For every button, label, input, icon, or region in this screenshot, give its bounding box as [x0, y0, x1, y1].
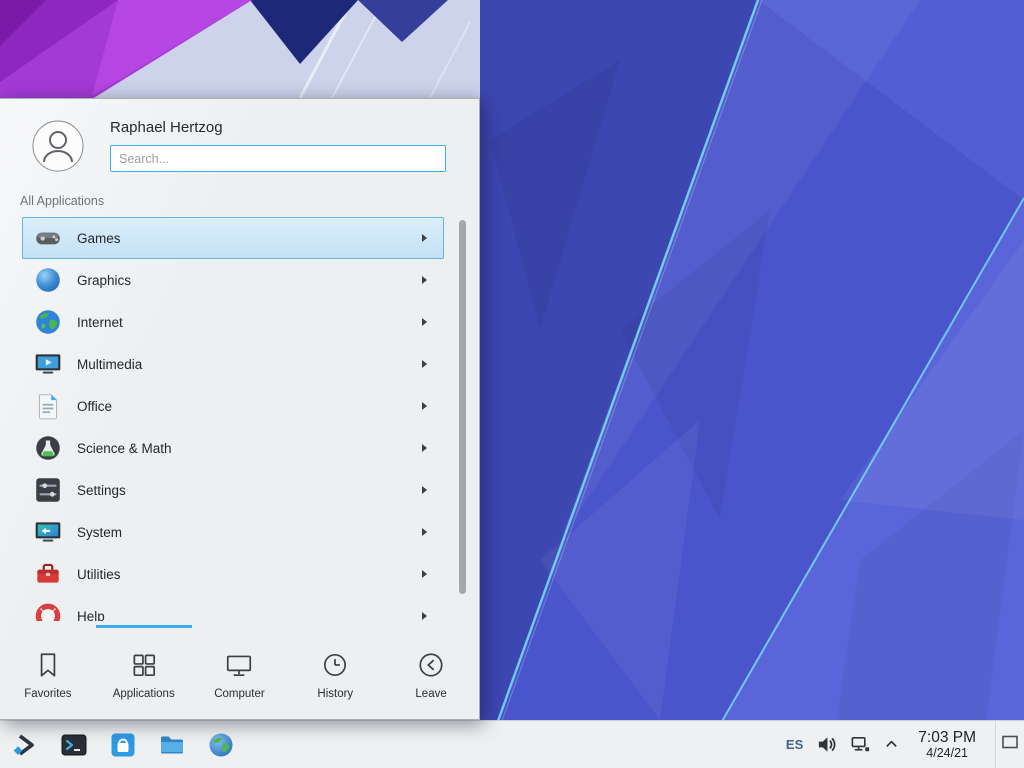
folder-icon — [158, 731, 186, 759]
application-launcher-menu: Raphael Hertzog All Applications Games G… — [0, 98, 480, 720]
section-label: All Applications — [0, 182, 479, 217]
category-utilities[interactable]: Utilities — [22, 553, 444, 595]
category-label: Settings — [77, 483, 126, 498]
paint-sphere-icon — [33, 265, 63, 295]
category-internet[interactable]: Internet — [22, 301, 444, 343]
tab-label: History — [317, 688, 353, 700]
user-avatar — [32, 120, 84, 172]
submenu-arrow-icon — [422, 444, 427, 452]
submenu-arrow-icon — [422, 360, 427, 368]
tab-computer[interactable]: Computer — [192, 625, 288, 719]
volume-icon[interactable] — [816, 734, 837, 755]
taskbar: ES 7:03 PM 4/24/21 — [0, 720, 1024, 768]
launcher-tabbar: Favorites Applications Computer — [0, 625, 479, 719]
tab-label: Computer — [214, 688, 265, 700]
submenu-arrow-icon — [422, 612, 427, 620]
tab-leave[interactable]: Leave — [383, 625, 479, 719]
globe-icon — [33, 307, 63, 337]
category-label: Utilities — [77, 567, 121, 582]
submenu-arrow-icon — [422, 528, 427, 536]
category-list: Games Graphics Internet — [0, 217, 479, 621]
category-multimedia[interactable]: Multimedia — [22, 343, 444, 385]
tab-label: Favorites — [24, 688, 71, 700]
media-screen-icon — [33, 349, 63, 379]
browser-globe-icon — [207, 731, 235, 759]
toolbox-icon — [33, 559, 63, 589]
category-label: Graphics — [77, 273, 131, 288]
category-help[interactable]: Help — [22, 595, 444, 621]
expand-tray-icon[interactable] — [884, 737, 899, 752]
flask-icon — [33, 433, 63, 463]
submenu-arrow-icon — [422, 402, 427, 410]
launcher-header: Raphael Hertzog — [0, 99, 479, 182]
category-label: Internet — [77, 315, 123, 330]
category-science-math[interactable]: Science & Math — [22, 427, 444, 469]
terminal-button[interactable] — [59, 730, 89, 760]
terminal-icon — [60, 731, 88, 759]
category-games[interactable]: Games — [22, 217, 444, 259]
gamepad-icon — [33, 223, 63, 253]
category-label: Office — [77, 399, 112, 414]
discover-button[interactable] — [108, 730, 138, 760]
lifebuoy-icon — [33, 601, 63, 621]
clock-date: 4/24/21 — [918, 746, 976, 760]
search-input[interactable] — [110, 145, 446, 172]
show-desktop-button[interactable] — [995, 721, 1024, 768]
kickoff-icon — [11, 731, 39, 759]
user-name: Raphael Hertzog — [110, 119, 446, 136]
keyboard-layout-indicator[interactable]: ES — [786, 737, 803, 752]
category-label: Science & Math — [77, 441, 172, 456]
tab-history[interactable]: History — [287, 625, 383, 719]
sliders-icon — [33, 475, 63, 505]
submenu-arrow-icon — [422, 234, 427, 242]
digital-clock[interactable]: 7:03 PM 4/24/21 — [918, 729, 976, 760]
category-system[interactable]: System — [22, 511, 444, 553]
category-graphics[interactable]: Graphics — [22, 259, 444, 301]
submenu-arrow-icon — [422, 318, 427, 326]
scrollbar-thumb[interactable] — [459, 220, 466, 594]
discover-icon — [109, 731, 137, 759]
category-label: Multimedia — [77, 357, 142, 372]
file-manager-button[interactable] — [157, 730, 187, 760]
tab-favorites[interactable]: Favorites — [0, 625, 96, 719]
system-tray: ES 7:03 PM 4/24/21 — [786, 721, 1024, 768]
category-office[interactable]: Office — [22, 385, 444, 427]
grid-icon — [129, 650, 159, 680]
category-label: System — [77, 525, 122, 540]
show-desktop-icon — [1000, 732, 1020, 757]
tab-label: Leave — [415, 688, 446, 700]
category-settings[interactable]: Settings — [22, 469, 444, 511]
tab-label: Applications — [113, 688, 175, 700]
submenu-arrow-icon — [422, 570, 427, 578]
monitor-icon — [224, 650, 254, 680]
submenu-arrow-icon — [422, 486, 427, 494]
bookmark-icon — [33, 650, 63, 680]
clock-time: 7:03 PM — [918, 729, 976, 746]
taskbar-app-icons — [10, 730, 236, 760]
tab-applications[interactable]: Applications — [96, 625, 192, 719]
system-monitor-icon — [33, 517, 63, 547]
web-browser-button[interactable] — [206, 730, 236, 760]
submenu-arrow-icon — [422, 276, 427, 284]
network-icon[interactable] — [850, 734, 871, 755]
app-launcher-button[interactable] — [10, 730, 40, 760]
document-icon — [33, 391, 63, 421]
category-label: Games — [77, 231, 121, 246]
category-label: Help — [77, 609, 105, 622]
exit-icon — [416, 650, 446, 680]
clock-icon — [320, 650, 350, 680]
